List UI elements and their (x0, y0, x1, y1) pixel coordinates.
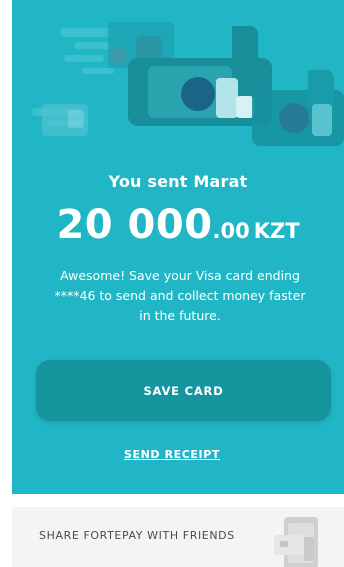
card-small-left (42, 104, 88, 136)
amount-currency: KZT (253, 219, 300, 243)
recipient-title: You sent Marat (108, 172, 248, 191)
send-receipt-link[interactable]: SEND RECEIPT (12, 448, 344, 461)
flying-cards-illustration (32, 22, 344, 146)
share-label: SHARE FORTEPAY WITH FRIENDS (39, 529, 235, 542)
share-fortepay-banner[interactable]: SHARE FORTEPAY WITH FRIENDS (12, 507, 344, 567)
success-panel: You sent Marat 20 000.00 KZT Awesome! Sav… (12, 0, 344, 494)
amount-integer: 20 000 (56, 202, 213, 248)
save-card-button[interactable]: SAVE CARD (36, 360, 331, 421)
phone-share-icon (274, 517, 318, 567)
amount-decimals: .00 (212, 219, 250, 243)
payment-success-screen: You sent Marat 20 000.00 KZT Awesome! Sav… (0, 0, 344, 567)
transfer-amount: 20 000.00 KZT (12, 202, 344, 248)
save-card-message: Awesome! Save your Visa card ending ****… (54, 268, 306, 323)
